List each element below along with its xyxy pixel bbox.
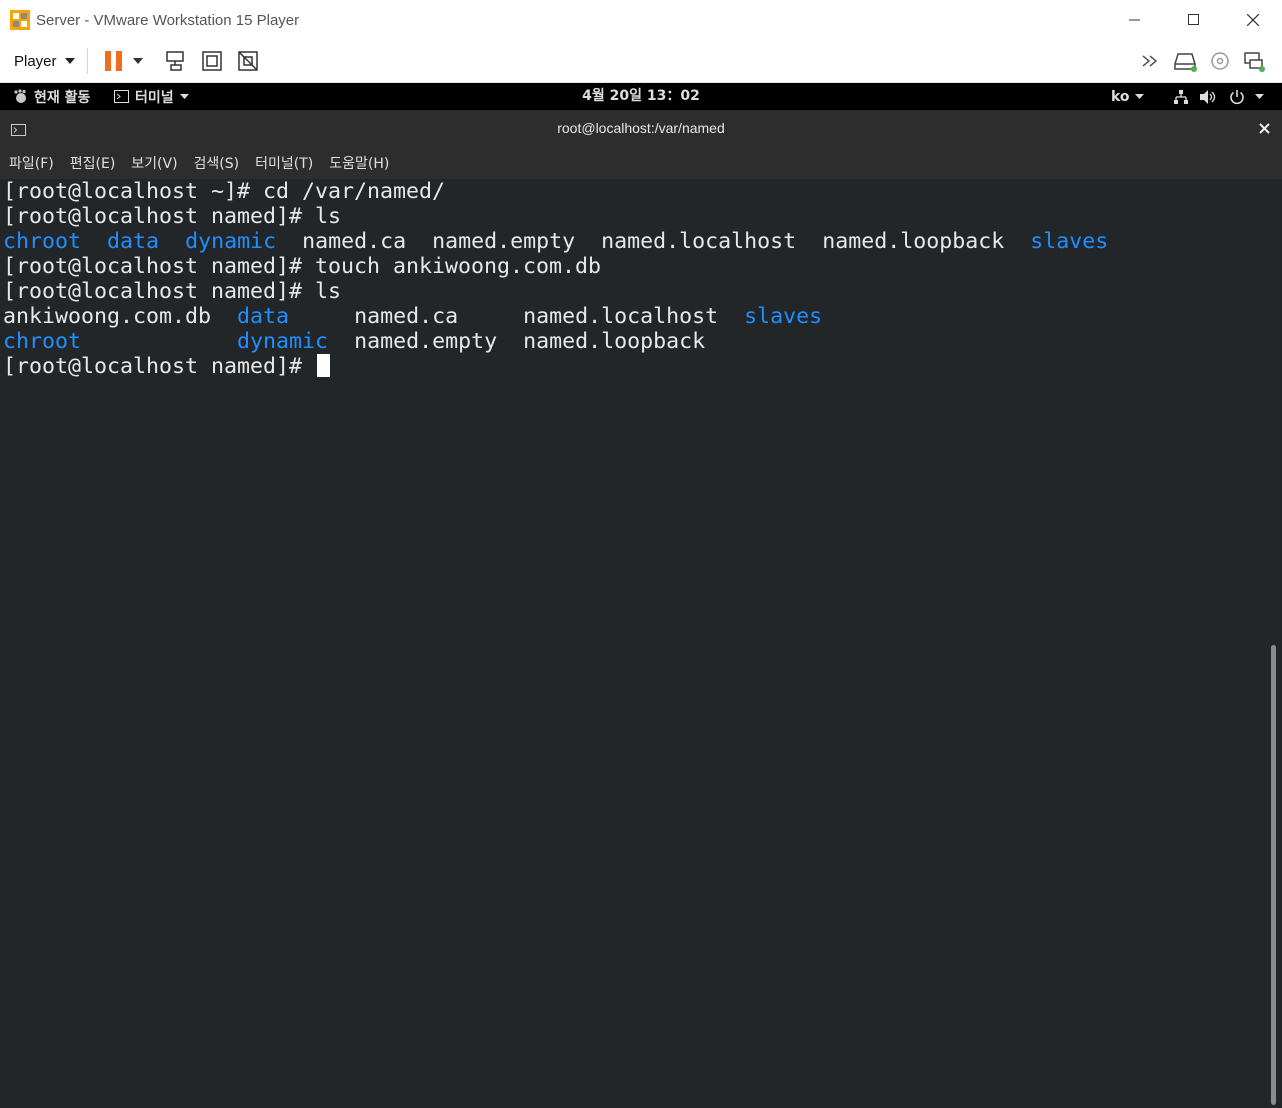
terminal-headerbar: root@localhost:/var/named bbox=[0, 110, 1282, 147]
close-icon bbox=[1259, 123, 1270, 134]
shell-prompt: [root@localhost named]# bbox=[3, 254, 316, 279]
chevron-down-icon bbox=[1255, 94, 1264, 99]
close-button[interactable] bbox=[1223, 0, 1282, 40]
ls-entry-dir: slaves bbox=[1030, 229, 1109, 254]
ls-entry-dir: chroot bbox=[3, 229, 82, 254]
scrollbar-thumb[interactable] bbox=[1271, 645, 1276, 1105]
ls-entry-file: named.ca bbox=[354, 304, 459, 329]
shell-command: touch ankiwoong.com.db bbox=[315, 254, 602, 279]
player-menu-label: Player bbox=[14, 52, 57, 70]
menu-edit[interactable]: 편집(E) bbox=[70, 153, 116, 173]
ls-entry-file: named.loopback bbox=[523, 329, 706, 354]
shell-prompt: [root@localhost named]# bbox=[3, 354, 316, 379]
shell-prompt: [root@localhost named]# bbox=[3, 204, 316, 229]
ls-entry-dir: slaves bbox=[744, 304, 823, 329]
ls-entry-dir: dynamic bbox=[185, 229, 277, 254]
chevron-down-icon bbox=[132, 58, 143, 64]
terminal-line: [root@localhost named]# ls bbox=[3, 279, 341, 304]
vmware-logo-icon bbox=[10, 10, 30, 30]
network-adapter-icon bbox=[1244, 52, 1265, 72]
hard-disk-device-button[interactable] bbox=[1172, 47, 1200, 75]
ls-entry-file: named.empty bbox=[354, 329, 498, 354]
network-computer-icon bbox=[165, 51, 184, 71]
maximize-button[interactable] bbox=[1164, 0, 1223, 40]
cd-dvd-device-button[interactable] bbox=[1206, 47, 1234, 75]
terminal-title: root@localhost:/var/named bbox=[557, 120, 725, 136]
text-cursor bbox=[317, 354, 331, 377]
terminal-line: chroot dynamic named.empty named.loopbac… bbox=[3, 329, 705, 354]
clock-label: 4월 20일 13：02 bbox=[582, 88, 700, 104]
ls-entry-dir: dynamic bbox=[237, 329, 329, 354]
ls-entry-file: ankiwoong.com.db bbox=[3, 304, 212, 329]
shell-command: ls bbox=[315, 279, 342, 304]
minimize-icon bbox=[1128, 19, 1140, 21]
double-chevron-right-icon bbox=[1142, 55, 1158, 67]
shell-command: ls bbox=[315, 204, 342, 229]
ls-entry-dir: chroot bbox=[3, 329, 82, 354]
menu-search[interactable]: 검색(S) bbox=[194, 153, 240, 173]
vmware-toolbar: Player bbox=[0, 40, 1282, 83]
input-language-label: ko bbox=[1111, 88, 1130, 105]
terminal-line: ankiwoong.com.db data named.ca named.loc… bbox=[3, 304, 822, 329]
ls-entry-file: named.loopback bbox=[822, 229, 1005, 254]
menu-file[interactable]: 파일(F) bbox=[9, 153, 54, 173]
hard-disk-icon bbox=[1174, 53, 1197, 72]
ls-entry-dir: data bbox=[237, 304, 290, 329]
fullscreen-button[interactable] bbox=[198, 47, 226, 75]
volume-icon bbox=[1200, 89, 1216, 104]
shell-command: cd /var/named/ bbox=[263, 179, 446, 204]
cd-icon bbox=[1211, 52, 1229, 70]
terminal-line: [root@localhost named]# bbox=[3, 354, 331, 379]
gnome-top-bar: 현재 활동 터미널 4월 20일 13：02 ko bbox=[0, 83, 1282, 110]
player-menu-button[interactable]: Player bbox=[14, 53, 75, 70]
pause-icon bbox=[104, 51, 122, 71]
network-wired-icon bbox=[1174, 89, 1188, 104]
unity-button[interactable] bbox=[234, 47, 262, 75]
terminal-output[interactable]: [root@localhost ~]# cd /var/named/ [root… bbox=[0, 179, 1266, 1108]
ls-entry-file: named.localhost bbox=[523, 304, 719, 329]
terminal-line: chroot data dynamic named.ca named.empty… bbox=[3, 229, 1108, 254]
chevron-down-icon bbox=[1134, 94, 1144, 99]
shell-prompt: [root@localhost named]# bbox=[3, 279, 316, 304]
terminal-line: [root@localhost named]# touch ankiwoong.… bbox=[3, 254, 601, 279]
pause-button[interactable] bbox=[100, 47, 128, 75]
clock[interactable]: 4월 20일 13：02 bbox=[0, 83, 1282, 110]
system-status-menu[interactable] bbox=[1173, 83, 1264, 110]
window-title: Server - VMware Workstation 15 Player bbox=[36, 11, 300, 29]
minimize-button[interactable] bbox=[1105, 0, 1164, 40]
toolbar-divider bbox=[86, 48, 88, 74]
send-ctrl-alt-del-button[interactable] bbox=[162, 47, 190, 75]
chevron-down-icon bbox=[64, 58, 75, 64]
menu-help[interactable]: 도움말(H) bbox=[329, 153, 389, 173]
terminal-menubar: 파일(F) 편집(E) 보기(V) 검색(S) 터미널(T) 도움말(H) bbox=[0, 147, 1282, 179]
unity-icon bbox=[237, 51, 258, 71]
ls-entry-file: named.ca bbox=[302, 229, 407, 254]
terminal-scrollbar[interactable] bbox=[1266, 179, 1282, 1108]
ls-entry-dir: data bbox=[107, 229, 160, 254]
shell-prompt: [root@localhost ~]# bbox=[3, 179, 264, 204]
menu-view[interactable]: 보기(V) bbox=[131, 153, 177, 173]
maximize-icon bbox=[1187, 14, 1199, 25]
ls-entry-file: named.localhost bbox=[601, 229, 797, 254]
vmware-titlebar: Server - VMware Workstation 15 Player bbox=[0, 0, 1282, 40]
more-devices-button[interactable] bbox=[1138, 47, 1166, 75]
terminal-line: [root@localhost named]# ls bbox=[3, 204, 341, 229]
network-adapter-device-button[interactable] bbox=[1240, 47, 1268, 75]
power-icon bbox=[1230, 89, 1244, 104]
power-menu-dropdown[interactable] bbox=[130, 47, 146, 75]
input-language-button[interactable]: ko bbox=[1111, 83, 1144, 110]
close-icon bbox=[1246, 14, 1259, 26]
terminal-line: [root@localhost ~]# cd /var/named/ bbox=[3, 179, 445, 204]
terminal-close-button[interactable] bbox=[1259, 120, 1270, 138]
ls-entry-file: named.empty bbox=[432, 229, 576, 254]
fullscreen-icon bbox=[201, 51, 222, 71]
menu-terminal[interactable]: 터미널(T) bbox=[255, 153, 313, 173]
